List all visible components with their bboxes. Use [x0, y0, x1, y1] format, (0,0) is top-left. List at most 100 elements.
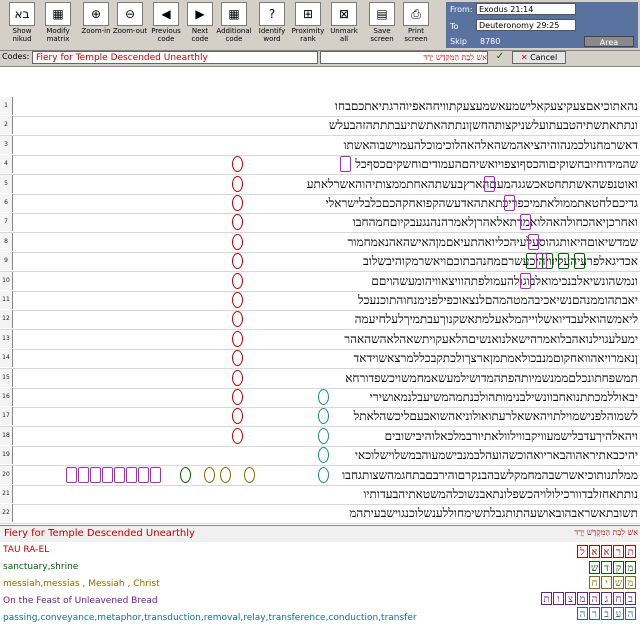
word-legend: תראאלמקדשמשיחבחגהמצותהעברה: [516, 545, 636, 623]
highlight-mark: [180, 466, 191, 483]
row-letters[interactable]: שמדשיאוםהיאותגהוסעלעיהכליואהתעיאםמןהאישה…: [14, 233, 639, 251]
row-letters[interactable]: ליאמשהואלעבדיואשלוייהמלאעלמתאשקנוךעבתמיך…: [14, 310, 638, 328]
legend-letter: צ: [565, 591, 576, 605]
row-number: 15: [0, 368, 13, 387]
highlight-mark: [232, 330, 243, 347]
legend-letter: ר: [589, 607, 600, 620]
code-title-bar: Fiery for Temple Descended Unearthly אשׁ…: [0, 525, 640, 542]
matrix-row: 7 ואחרכןיאהכחולהאהלואמרתאלאהרןלאמרהנהנגעב…: [0, 213, 640, 234]
highlight-mark: [232, 369, 243, 386]
area-button[interactable]: Area: [584, 36, 634, 47]
highlight-mark: [484, 175, 495, 192]
highlight-mark: [232, 175, 243, 192]
legend-letter: ש: [613, 576, 624, 589]
toolbar-button-9[interactable]: ⊞ Proximity rank: [290, 2, 326, 48]
row-letters[interactable]: ונתתאתשתיהטבעתועלשניקצותהחשןונתתהאתשתיעב…: [14, 116, 638, 134]
legend-letter: א: [589, 545, 600, 558]
row-letters[interactable]: תשובתאשראבהובאושעהתותגבלתשימחוללענשלוכנג…: [14, 504, 638, 522]
toolbar-button-label: Proximity rank: [291, 27, 325, 43]
row-letters[interactable]: דאשרמחנולכמנהוהיהציאהמשהאלהאהלוכימוכלהעמ…: [14, 136, 638, 154]
toolbar-button-12[interactable]: ⎙ Print screen: [398, 2, 434, 48]
highlight-mark: [340, 156, 351, 173]
matrix-header-strip: [0, 66, 640, 97]
row-letters[interactable]: ואחרכןיאהכחולהאהלואמרתאלאהרןלאמרהנהנגעבק…: [14, 213, 638, 231]
toolbar-button-5[interactable]: ◀ Previous code: [148, 2, 184, 48]
highlight-mark: [232, 389, 243, 405]
legend-letter: ד: [601, 560, 612, 574]
codes-select[interactable]: Fiery for Temple Descended Unearthly: [32, 51, 318, 64]
legend-letter: ב: [601, 607, 612, 620]
highlight-mark: [318, 427, 329, 444]
legend-word-3: משיח: [588, 576, 636, 590]
cancel-label: Cancel: [530, 53, 558, 62]
highlight-mark: [574, 253, 585, 270]
legend-letter: י: [601, 576, 612, 589]
row-letters[interactable]: יאבתהוממנהםנשיאכיבהמטהמהםלנצאוכפילפנימנח…: [14, 291, 638, 309]
highlight-mark: [90, 466, 101, 483]
legend-word-4: בחגהמצות: [540, 591, 636, 606]
cancel-button[interactable]: ✕ Cancel: [512, 51, 566, 64]
letter-matrix: 1 נהאתוכיאםצעקיצעקאלישמעאשמעצעקתוויחהאפיו…: [0, 97, 640, 525]
matrix-row: 5 ואוטנפשהאשתתחטאכשגגהמעםהארץבעשתהאחתממצו…: [0, 174, 640, 195]
row-letters[interactable]: נהאתוכיאםצעקיצעקאלישמעאשמעצעקתוויחהאפיוה…: [14, 97, 638, 115]
matrix-row: 21 נותתאחזלבדוורכילולויהכשפלונתאבנשוכלהמש…: [0, 485, 640, 505]
highlight-mark: [520, 214, 531, 231]
toolbar-button-7[interactable]: ▦ Additional code: [216, 2, 252, 48]
toolbar-button-8[interactable]: ? Identify word: [254, 2, 290, 48]
matrix-row: 3 דאשרמחנולכמנהוהיהציאהמשהאלהאהלוכימוכלהע…: [0, 135, 640, 156]
toolbar-button-3[interactable]: ⊕ Zoom-in: [78, 2, 114, 48]
ok-icon[interactable]: ✓: [492, 51, 508, 64]
row-number: 2: [0, 116, 13, 135]
highlight-mark: [66, 466, 77, 483]
proximity-rank-icon: ⊞: [295, 2, 321, 26]
row-letters[interactable]: נותתאחזלבדוורכילולויהכשפלונתאבנשוכלהמשטא…: [14, 485, 638, 503]
next-code-icon: ▶: [187, 2, 213, 26]
legend-letter: ת: [625, 545, 636, 558]
row-letters[interactable]: ואוטנפשהאשתתחטאכשגגהמעםהארץבעשתהאחתממצות…: [14, 175, 638, 193]
identify-word-icon: ?: [259, 2, 285, 26]
row-number: 8: [0, 232, 13, 251]
save-screen-icon: ▤: [369, 2, 395, 26]
highlight-mark: [232, 195, 243, 211]
toolbar-button-11[interactable]: ▤ Save screen: [364, 2, 400, 48]
definition-5: passing,conveyance,metaphor,transduction…: [3, 613, 417, 623]
legend-word-2: מקדש: [588, 560, 636, 575]
legend-letter: מ: [625, 560, 636, 574]
legend-letter: ב: [625, 591, 636, 605]
row-number: 13: [0, 329, 13, 348]
previous-code-icon: ◀: [153, 2, 179, 26]
to-label: To: [450, 22, 459, 31]
row-letters[interactable]: שהמידוחיובחשוקיםוהכסףוצפויואשיהםהעמודיםו…: [14, 155, 638, 173]
toolbar-button-10[interactable]: ⊠ Unmark all: [326, 2, 362, 48]
row-letters[interactable]: ונמשהונשיאלבנכימואלבוגולהעמולפתהוויצאווי…: [14, 272, 638, 290]
row-number: 4: [0, 155, 13, 174]
toolbar-button-1[interactable]: בא Show nikud: [4, 2, 40, 48]
matrix-row: 15 תמשפחתונכלםממנשמיותהפתהמדושילמעשאמחמשו…: [0, 368, 640, 389]
matrix-row: 2 ונתתאתשתיהטבעתועלשניקצותהחשןונתתהאתשתיע…: [0, 116, 640, 137]
row-letters[interactable]: גדיכםלחטאתממולאתמיכפריכתאתהאדעשהקפואחקהכ…: [14, 194, 639, 212]
toolbar-button-2[interactable]: ▦ Modify matrix: [40, 2, 76, 48]
row-letters[interactable]: ימעלעגוילנואהבלואמרהישאלנואנשיםהלאעקויתש…: [14, 330, 638, 348]
toolbar-button-label: Identify word: [258, 27, 286, 43]
highlight-mark: [138, 466, 149, 483]
from-field[interactable]: Exodus 21:14: [476, 3, 576, 15]
highlight-mark: [232, 292, 243, 308]
highlight-mark: [536, 253, 547, 270]
row-number: 6: [0, 194, 13, 212]
to-field[interactable]: Deuteronomy 29:25: [476, 19, 576, 31]
toolbar-button-4[interactable]: ⊖ Zoom-out: [112, 2, 148, 48]
legend-letter: ה: [577, 607, 588, 620]
legend-letter: ק: [613, 560, 624, 574]
row-letters[interactable]: תמשפחתונכלםממנשמיותהפתהמדושילמעשאמחמשויכ…: [14, 369, 638, 387]
row-letters[interactable]: ןנאמרויאהוואחקוםמנבכולאמתמןארצךולכתקבכלל…: [14, 349, 638, 367]
highlight-mark: [150, 466, 161, 483]
definition-1: TAU RA-EL: [3, 545, 50, 555]
row-number: 1: [0, 97, 13, 115]
matrix-row: 6 גדיכםלחטאתממולאתמיכפריכתאתהאדעשהקפואחקה…: [0, 194, 640, 214]
row-number: 21: [0, 485, 13, 503]
row-number: 14: [0, 349, 13, 368]
row-number: 22: [0, 504, 13, 523]
row-number: 7: [0, 213, 13, 232]
toolbar-button-6[interactable]: ▶ Next code: [182, 2, 218, 48]
highlight-mark: [504, 195, 515, 211]
